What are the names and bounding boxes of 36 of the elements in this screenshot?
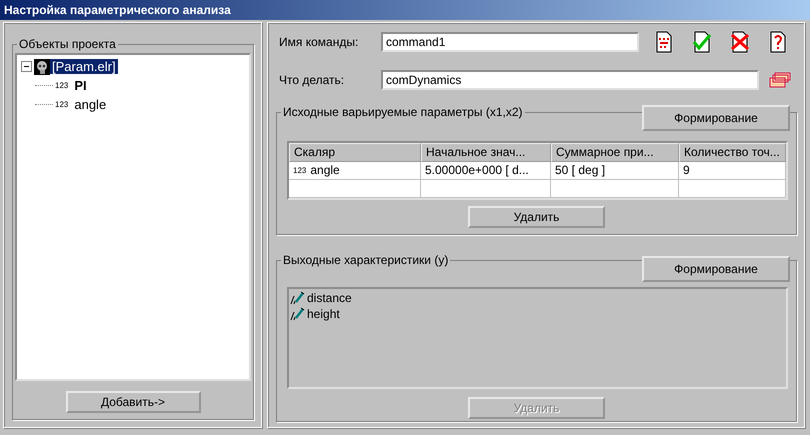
action-field[interactable]: comDynamics xyxy=(381,70,759,90)
table-cell: 9 xyxy=(679,162,786,180)
skull-icon xyxy=(34,58,50,74)
delete-button[interactable]: Удалить xyxy=(468,206,605,228)
group-title: Выходные характеристики (y) xyxy=(282,253,450,267)
table-cell: 5.00000e+000 [ d... xyxy=(421,162,551,180)
number-label: 123 xyxy=(293,165,306,177)
table-cell: 123 angle xyxy=(289,162,421,180)
check-icon[interactable] xyxy=(691,31,713,53)
form-button[interactable]: Формирование xyxy=(642,256,790,282)
collapse-toggle[interactable] xyxy=(21,61,32,72)
group-title: Исходные варьируемые параметры (x1,x2) xyxy=(282,105,524,119)
tree-item[interactable]: angle xyxy=(72,97,108,112)
probe-icon xyxy=(290,291,305,305)
table-cell: 50 [ deg ] xyxy=(551,162,679,180)
column-header[interactable]: Количество точ... xyxy=(679,143,786,162)
column-header[interactable]: Суммарное при... xyxy=(551,143,679,162)
window-title: Настройка параметрического анализа xyxy=(0,0,810,20)
tree-item[interactable]: PI xyxy=(72,78,89,93)
list-item[interactable]: height xyxy=(307,307,340,321)
number-label: 123 xyxy=(55,81,68,90)
column-header[interactable]: Начальное знач... xyxy=(421,143,551,162)
close-icon[interactable] xyxy=(729,31,751,53)
tree-item[interactable]: [Param.elr] xyxy=(50,59,118,74)
field-label: Что делать: xyxy=(278,73,346,87)
form-button[interactable]: Формирование xyxy=(642,105,790,131)
minus-icon xyxy=(24,66,29,67)
number-label: 123 xyxy=(55,100,68,109)
column-header[interactable]: Скаляр xyxy=(289,143,421,162)
add-button[interactable]: Добавить-> xyxy=(66,391,200,413)
list-item[interactable]: distance xyxy=(307,291,352,305)
field-label: Имя команды: xyxy=(278,35,360,49)
stack-icon[interactable] xyxy=(769,72,791,88)
group-title: Объекты проекта xyxy=(18,37,117,51)
probe-icon xyxy=(290,307,305,321)
command-name-field[interactable]: command1 xyxy=(381,32,639,52)
